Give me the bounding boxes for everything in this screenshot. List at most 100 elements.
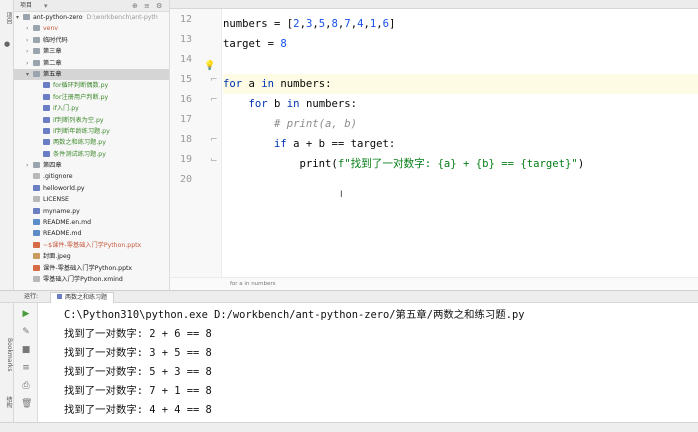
line-number: 16 xyxy=(179,94,192,105)
rerun-icon[interactable]: ▶ xyxy=(21,309,31,319)
code-editor[interactable]: 12 13 14 15 16 17 18 19 20 💡 ⌐ ⌐ ⌐ ⌙ num… xyxy=(170,9,698,277)
folder-icon xyxy=(33,59,40,66)
tree-folder[interactable]: › 第四章 xyxy=(14,160,169,171)
tree-file[interactable]: if判断年龄练习题.py xyxy=(14,126,169,137)
print-icon[interactable]: ⎙ xyxy=(21,381,31,391)
project-path: D:\workbench\ant-pyth xyxy=(86,14,158,21)
soft-wrap-icon[interactable]: ≡ xyxy=(21,363,31,373)
chevron-right-icon[interactable]: › xyxy=(26,46,33,57)
chevron-right-icon[interactable]: › xyxy=(26,160,33,171)
tree-file[interactable]: myname.py xyxy=(14,206,169,217)
fold-marker-icon[interactable]: ⌐ xyxy=(210,135,218,145)
wrench-icon[interactable]: ✎ xyxy=(21,327,31,337)
chevron-down-icon[interactable]: ▾ xyxy=(26,69,33,80)
folder-icon xyxy=(23,14,30,20)
locate-icon[interactable]: ⊕ xyxy=(132,0,138,12)
bottom-tool-bar: Git运行Python PackagesTODOPython 控制台问题终端服务 xyxy=(0,422,698,432)
run-tool-header: 运行: 两数之和练习题 xyxy=(0,290,698,303)
tree-item-label: helloworld.py xyxy=(43,184,85,192)
tree-file[interactable]: .gitignore xyxy=(14,171,169,182)
tree-item-label: LICENSE xyxy=(43,196,69,204)
tree-item-label: for循环判断偶数.py xyxy=(53,82,109,90)
project-panel-header: 项目 ▾ ⊕ ≡ ⚙ xyxy=(14,0,169,12)
console-output-line: 找到了一对数字: 5 + 3 == 8 xyxy=(64,366,212,378)
mouse-cursor-icon: I xyxy=(340,190,343,200)
py-icon xyxy=(43,82,50,89)
chevron-right-icon[interactable]: › xyxy=(26,23,33,34)
tree-file[interactable]: ~$课件-零基础入门学Python.pptx xyxy=(14,240,169,251)
py-icon xyxy=(43,116,50,123)
tree-folder[interactable]: › 临时代码 xyxy=(14,35,169,46)
project-panel: 项目 ▾ ⊕ ≡ ⚙ ▾ ant-python-zero D:\workbench\… xyxy=(14,0,170,290)
chevron-down-icon[interactable]: ▾ xyxy=(44,0,48,12)
trash-icon[interactable]: 🗑 xyxy=(21,399,32,409)
tree-file[interactable]: helloworld.py xyxy=(14,183,169,194)
commit-icon[interactable]: ● xyxy=(3,40,11,48)
line-number: 13 xyxy=(179,34,192,45)
tree-file[interactable]: for注册用户判断.py xyxy=(14,92,169,103)
tree-folder[interactable]: › 第二章 xyxy=(14,58,169,69)
tree-folder[interactable]: › 第三章 xyxy=(14,46,169,57)
tree-item-label: if判断年龄练习题.py xyxy=(53,127,110,135)
tree-file[interactable]: 零基础入门学Python.xmind xyxy=(14,274,169,285)
tree-folder[interactable]: ▾ 第五章 xyxy=(14,68,169,81)
fold-end-icon[interactable]: ⌙ xyxy=(210,155,218,165)
stop-icon[interactable]: ■ xyxy=(21,345,31,355)
console-output-line: 找到了一对数字: 4 + 4 == 8 xyxy=(64,404,212,416)
tree-file[interactable]: 条件测试练习题.py xyxy=(14,149,169,160)
tree-file[interactable]: LICENSE xyxy=(14,194,169,205)
tree-folder[interactable]: › venv xyxy=(14,23,169,34)
project-tool-tab[interactable]: 项目 xyxy=(1,4,13,32)
ppt-icon xyxy=(33,264,40,271)
console-output-line: 找到了一对数字: 7 + 1 == 8 xyxy=(64,385,212,397)
tree-file[interactable]: README.en.md xyxy=(14,217,169,228)
tree-item-label: if判断列表为空.py xyxy=(53,116,104,124)
line-number: 14 xyxy=(179,54,192,65)
tree-item-label: 课件-零基础入门学Python.pptx xyxy=(43,264,133,272)
py-icon xyxy=(43,150,50,157)
tree-item-label: 第二章 xyxy=(43,59,62,67)
tree-file[interactable]: 封面.jpeg xyxy=(14,251,169,262)
tree-item-label: ant-python-zero xyxy=(33,14,83,21)
tree-item-label: if入门.py xyxy=(53,105,79,113)
md-icon xyxy=(33,230,40,237)
run-label: 运行: xyxy=(24,293,39,300)
folder-icon xyxy=(33,162,40,169)
chevron-down-icon[interactable]: ▾ xyxy=(16,12,23,23)
fold-marker-icon[interactable]: ⌐ xyxy=(210,75,218,85)
chevron-right-icon[interactable]: › xyxy=(26,35,33,46)
console-command-line: C:\Python310\python.exe D:/workbench/ant… xyxy=(64,309,525,321)
tree-file[interactable]: README.md xyxy=(14,228,169,239)
fold-marker-icon[interactable]: ⌐ xyxy=(210,95,218,105)
tree-file[interactable]: 两数之和练习题.py xyxy=(14,137,169,148)
tree-file[interactable]: 课件-零基础入门学Python.pptx xyxy=(14,263,169,274)
run-config-tab[interactable]: 两数之和练习题 xyxy=(50,292,115,303)
run-console-output[interactable]: C:\Python310\python.exe D:/workbench/ant… xyxy=(38,303,698,422)
breadcrumb: for a in numbers xyxy=(170,277,698,290)
left-tool-strip: 项目 ● Bookmarks 结构 xyxy=(0,0,14,432)
py-icon xyxy=(33,207,40,214)
line-number: 15 xyxy=(179,74,192,85)
tree-file[interactable]: if入门.py xyxy=(14,103,169,114)
tree-item-label: 封面.jpeg xyxy=(43,253,71,261)
tree-item-label: README.en.md xyxy=(43,219,92,227)
tree-item-label: ~$课件-零基础入门学Python.pptx xyxy=(43,241,142,249)
tree-folder[interactable]: ▾ ant-python-zero D:\workbench\ant-pyth xyxy=(14,12,169,23)
project-panel-title[interactable]: 项目 xyxy=(20,2,32,9)
code-area[interactable]: numbers = [2,3,5,8,7,4,1,6] target = 8 f… xyxy=(223,9,698,277)
breadcrumb-item[interactable]: for a in numbers xyxy=(230,281,276,287)
run-config-tab-label: 两数之和练习题 xyxy=(65,294,108,301)
structure-tool-tab[interactable]: 结构 xyxy=(1,388,13,416)
code-line-19: print(f"找到了一对数字: {a} + {b} == {target}") xyxy=(299,158,585,170)
code-line-18: if a + b == target: xyxy=(274,138,396,150)
lightbulb-icon[interactable]: 💡 xyxy=(204,61,215,71)
tree-item-label: 临时代码 xyxy=(43,36,68,44)
collapse-icon[interactable]: ≡ xyxy=(144,0,150,12)
line-number: 12 xyxy=(179,14,192,25)
tree-file[interactable]: for循环判断偶数.py xyxy=(14,80,169,91)
bookmarks-tool-tab[interactable]: Bookmarks xyxy=(1,330,13,380)
gear-icon[interactable]: ⚙ xyxy=(156,0,162,12)
chevron-right-icon[interactable]: › xyxy=(26,58,33,69)
tree-item-label: README.md xyxy=(43,230,82,238)
tree-file[interactable]: if判断列表为空.py xyxy=(14,115,169,126)
